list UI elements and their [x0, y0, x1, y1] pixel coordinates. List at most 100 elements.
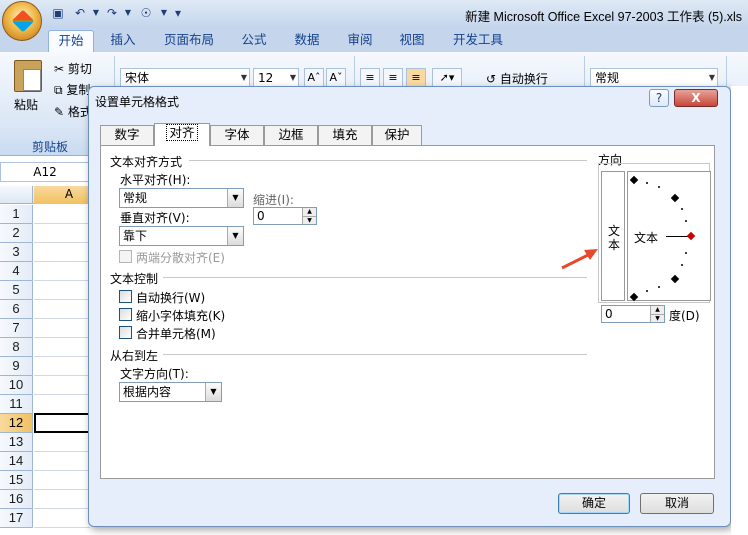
row-header[interactable]: 1	[0, 205, 33, 224]
tab-data[interactable]: 数据	[287, 30, 327, 52]
customize-qat-icon[interactable]: ▾	[170, 5, 186, 21]
row-header[interactable]: 9	[0, 357, 33, 376]
redo-dropdown-icon[interactable]: ▼	[120, 5, 136, 21]
office-logo-icon	[11, 9, 35, 33]
tab-formulas[interactable]: 公式	[234, 30, 274, 52]
office-button[interactable]	[2, 1, 42, 41]
row-header[interactable]: 11	[0, 395, 33, 414]
tab-home[interactable]: 开始	[48, 30, 94, 52]
angle-dot-icon	[646, 182, 648, 184]
vertical-text-button[interactable]: 文本	[601, 171, 625, 301]
chevron-down-icon: ▼	[240, 73, 247, 82]
select-all-corner[interactable]	[0, 186, 33, 204]
wrap-text-checkbox[interactable]	[119, 290, 132, 303]
tab-insert[interactable]: 插入	[102, 30, 144, 52]
row-header[interactable]: 4	[0, 262, 33, 281]
wrap-text-button[interactable]: ↺ 自动换行	[486, 70, 548, 87]
orientation-icon[interactable]: ➚▾	[432, 68, 462, 88]
tab-protection[interactable]: 保护	[372, 125, 422, 145]
horizontal-select[interactable]: 常规 ▼	[119, 188, 244, 208]
row-header[interactable]: 13	[0, 433, 33, 452]
help-button[interactable]: ?	[649, 89, 669, 107]
save-icon[interactable]: ▣	[50, 5, 66, 21]
row-header[interactable]: 15	[0, 471, 33, 490]
row-header[interactable]: 6	[0, 300, 33, 319]
copy-button[interactable]: ⧉ 复制	[54, 81, 90, 98]
tab-font[interactable]: 字体	[210, 125, 264, 145]
undo-dropdown-icon[interactable]: ▼	[88, 5, 104, 21]
divider	[163, 354, 587, 355]
row-header[interactable]: 12	[0, 414, 33, 433]
paste-button-label[interactable]: 粘贴	[14, 96, 38, 113]
row-header[interactable]: 14	[0, 452, 33, 471]
format-painter-button[interactable]: ✎ 格式	[54, 103, 92, 120]
chevron-down-icon: ▼	[289, 73, 296, 82]
row-header[interactable]: 16	[0, 490, 33, 509]
angle-dot-icon	[685, 220, 687, 222]
orientation-dial[interactable]: 文本	[627, 171, 711, 302]
angle-marker-icon	[670, 274, 680, 284]
merge-cells-checkbox[interactable]	[119, 326, 132, 339]
row-header[interactable]: 8	[0, 338, 33, 357]
align-bottom-icon[interactable]: ≡	[406, 68, 426, 88]
spin-up-icon[interactable]: ▲	[650, 306, 664, 314]
row-header[interactable]: 3	[0, 243, 33, 262]
ok-button[interactable]: 确定	[558, 493, 630, 514]
print-preview-icon[interactable]: ☉	[138, 5, 154, 21]
gridline	[34, 223, 90, 224]
row-header[interactable]: 7	[0, 319, 33, 338]
spin-down-icon[interactable]: ▼	[650, 314, 664, 322]
gridline	[34, 470, 90, 471]
angle-dot-icon	[646, 290, 648, 292]
redo-icon[interactable]: ↷	[104, 5, 120, 21]
shrink-to-fit-label: 缩小字体填充(K)	[136, 309, 226, 323]
row-header[interactable]: 5	[0, 281, 33, 300]
shrink-to-fit-checkbox[interactable]	[119, 308, 132, 321]
row-header[interactable]: 17	[0, 509, 33, 528]
dial-text-label: 文本	[634, 231, 659, 245]
shrink-font-icon[interactable]: Aˇ	[326, 68, 346, 88]
row-header[interactable]: 10	[0, 376, 33, 395]
annotation-arrow-icon	[561, 249, 598, 270]
gridline	[34, 527, 90, 528]
gridline	[34, 356, 90, 357]
name-box[interactable]: A12	[0, 162, 90, 182]
number-format-combo[interactable]: 常规 ▼	[590, 68, 718, 88]
grow-font-icon[interactable]: Aˆ	[304, 68, 324, 88]
spin-up-icon[interactable]: ▲	[302, 208, 316, 216]
active-cell[interactable]	[34, 413, 90, 433]
cancel-button[interactable]: 取消	[640, 493, 714, 514]
copy-icon: ⧉	[54, 83, 63, 97]
tab-review[interactable]: 审阅	[340, 30, 380, 52]
tab-border[interactable]: 边框	[264, 125, 318, 145]
tab-number[interactable]: 数字	[100, 125, 154, 145]
tab-alignment[interactable]: 对齐	[154, 123, 210, 146]
chevron-down-icon: ▼	[205, 383, 221, 401]
text-direction-select[interactable]: 根据内容 ▼	[119, 382, 222, 402]
tab-page-layout[interactable]: 页面布局	[158, 30, 220, 52]
degrees-stepper[interactable]: 0 ▲ ▼	[601, 305, 665, 323]
vertical-select[interactable]: 靠下 ▼	[119, 226, 244, 246]
align-middle-icon[interactable]: ≡	[383, 68, 403, 88]
title-bar: ▣ ↶ ▼ ↷ ▼ ☉ ▼ ▾ 新建 Microsoft Office Exce…	[0, 0, 748, 28]
gridline	[34, 299, 90, 300]
indent-stepper[interactable]: 0 ▲ ▼	[253, 207, 317, 225]
font-size-combo[interactable]: 12 ▼	[253, 68, 299, 88]
tab-developer[interactable]: 开发工具	[446, 30, 510, 52]
gridline	[34, 375, 90, 376]
text-control-header: 文本控制	[110, 272, 159, 286]
distributed-checkbox[interactable]	[119, 250, 132, 263]
tab-view[interactable]: 视图	[392, 30, 432, 52]
angle-dot-icon	[658, 286, 660, 288]
paste-icon[interactable]	[14, 60, 42, 92]
tab-fill[interactable]: 填充	[318, 125, 372, 145]
spin-down-icon[interactable]: ▼	[302, 216, 316, 224]
font-name-combo[interactable]: 宋体 ▼	[120, 68, 250, 88]
undo-icon[interactable]: ↶	[72, 5, 88, 21]
align-top-icon[interactable]: ≡	[360, 68, 380, 88]
gridline	[34, 337, 90, 338]
cut-button[interactable]: ✂ 剪切	[54, 60, 92, 77]
row-header[interactable]: 2	[0, 224, 33, 243]
close-button[interactable]: X	[674, 89, 718, 107]
angle-handle-icon[interactable]	[686, 231, 696, 241]
